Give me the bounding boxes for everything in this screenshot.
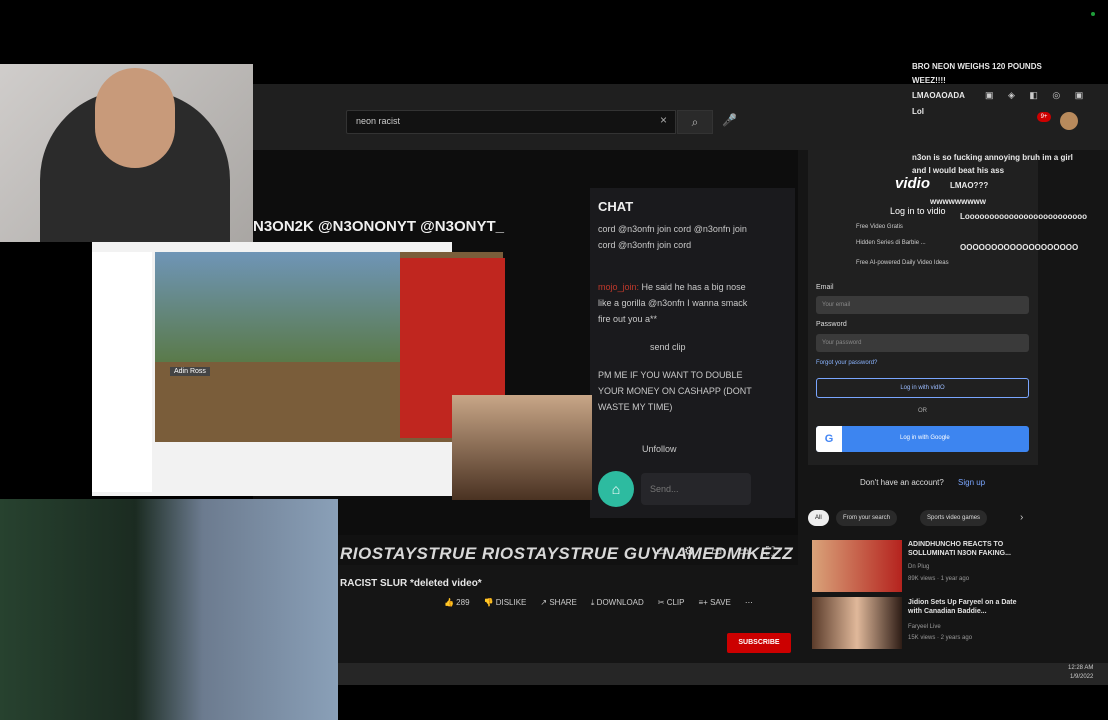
overlay-chat-line: BRO NEON WEIGHS 120 POUNDS xyxy=(912,62,1042,71)
chat-text: cord @n3onfn join cord @n3onfn join cord… xyxy=(598,224,747,250)
chat-text: Unfollow xyxy=(642,444,677,454)
save-button[interactable]: ≡+ SAVE xyxy=(699,598,731,608)
chevron-right-icon[interactable]: › xyxy=(1020,512,1023,523)
chat-text: send clip xyxy=(650,342,686,352)
rec-thumbnail[interactable] xyxy=(812,597,902,649)
chip-sports-games[interactable]: Sports video games xyxy=(920,510,988,526)
taskbar-clock: 12:28 AM 1/9/2022 xyxy=(1068,664,1093,682)
overlay-chat-line: n3on is so fucking annoying bruh im a gi… xyxy=(912,153,1073,162)
clear-search-icon[interactable]: × xyxy=(660,113,667,127)
overlay-chat-line: LMAO??? xyxy=(950,181,989,190)
video-title: RACIST SLUR *deleted video* xyxy=(340,578,482,589)
chat-input-placeholder: Send... xyxy=(650,484,679,494)
dislike-button[interactable]: 👎 DISLIKE xyxy=(484,598,527,608)
signup-link[interactable]: Sign up xyxy=(958,478,985,487)
rec-meta: 89K views · 1 year ago xyxy=(908,576,970,582)
chat-title: CHAT xyxy=(598,199,634,214)
clip-button[interactable]: ✂ CLIP xyxy=(658,598,685,608)
chat-message: PM ME IF YOU WANT TO DOUBLE YOUR MONEY O… xyxy=(598,367,756,415)
social-handles-top: N3ON2K @N3ONONYT @N3ONYT_ xyxy=(253,218,504,235)
password-label: Password xyxy=(816,321,847,328)
toolbar-icons[interactable]: ▣ ◈ ◧ ◎ ▣ xyxy=(985,90,1089,101)
rec-title[interactable]: Jidion Sets Up Faryeel on a Date with Ca… xyxy=(908,598,1028,616)
perk-item: Free Video Gratis xyxy=(856,224,903,230)
search-query-text: neon racist xyxy=(356,116,401,126)
avatar[interactable] xyxy=(1060,112,1078,130)
overlay-chat-line: LMAOAOADA xyxy=(912,91,965,100)
streamer-head xyxy=(95,68,175,168)
room-webcam xyxy=(0,499,338,720)
streamer-label: Adin Ross xyxy=(170,367,210,376)
more-icon[interactable]: ⋯ xyxy=(745,598,753,608)
overlay-chat-line: wwwwwwwww xyxy=(930,197,987,206)
miniplayer-icon[interactable]: ▭ xyxy=(711,544,722,558)
like-button[interactable]: 👍 289 xyxy=(444,598,470,608)
theater-icon[interactable]: ▭ xyxy=(738,544,749,558)
clock-time: 12:28 AM xyxy=(1068,665,1094,671)
no-account-text: Don't have an account? xyxy=(860,478,944,487)
chat-message: cord @n3onfn join cord @n3onfn join cord… xyxy=(598,221,756,253)
email-placeholder: Your email xyxy=(822,302,851,308)
guest-webcam xyxy=(452,395,592,500)
nested-game-view xyxy=(155,252,400,362)
share-button[interactable]: ↗ SHARE xyxy=(540,598,577,608)
subscribe-button[interactable]: SUBSCRIBE xyxy=(727,633,791,653)
overlay-chat-line: OOOOOOOOOOOOOOOOOOO xyxy=(960,243,1079,252)
perk-item: Free AI-powered Daily Video Ideas xyxy=(856,260,949,266)
search-button[interactable]: ⌕ xyxy=(677,110,713,134)
overlay-chat-line: and I would beat his ass xyxy=(912,166,1005,175)
chat-username: mojo_join: xyxy=(598,282,640,292)
google-icon: G xyxy=(816,426,842,452)
chat-message: send clip xyxy=(598,339,756,355)
notification-badge[interactable]: 9+ xyxy=(1037,112,1051,122)
forgot-password-link[interactable]: Forgot your password? xyxy=(816,360,877,366)
overlay-chat-line: WEEZ!!!! xyxy=(912,76,946,85)
perk-item: Hidden Series di Barbie ... xyxy=(856,240,926,246)
rec-channel: Faryeel Live xyxy=(908,624,941,630)
subtitles-icon[interactable]: ▭ xyxy=(656,544,667,558)
rec-meta: 15K views · 2 years ago xyxy=(908,635,973,641)
nested-sidebar xyxy=(92,252,152,492)
video-actions: 👍 289 👎 DISLIKE ↗ SHARE ⤓ DOWNLOAD ✂ CLI… xyxy=(444,598,753,608)
login-title: Log in to vidio xyxy=(890,206,946,216)
login-button[interactable]: Log in with vidIO xyxy=(816,378,1029,398)
fullscreen-icon[interactable]: ⛶ xyxy=(766,544,774,559)
clock-date: 1/9/2022 xyxy=(1070,674,1094,680)
google-login-label: Log in with Google xyxy=(900,435,950,441)
store-icon[interactable]: ⌂ xyxy=(598,471,634,507)
mic-icon[interactable]: 🎤 xyxy=(722,113,737,127)
chat-message: Unfollow xyxy=(598,441,756,457)
rec-thumbnail[interactable] xyxy=(812,540,902,592)
overlay-chat-line: Lol xyxy=(912,107,924,116)
rec-title[interactable]: ADINDHUNCHO REACTS TO SOLLUMINATI N3ON F… xyxy=(908,540,1028,558)
settings-icon[interactable]: ⚙ xyxy=(684,544,695,558)
email-label: Email xyxy=(816,284,834,291)
password-placeholder: Your password xyxy=(822,340,862,346)
overlay-chat-line: Looooooooooooooooooooooooo xyxy=(960,212,1088,221)
chip-all[interactable]: All xyxy=(808,510,829,526)
social-handles-bottom: RIOSTAYSTRUE RIOSTAYSTRUE GUYNAMEDMIKEZZ xyxy=(340,544,794,563)
vidio-logo: vidio xyxy=(895,175,931,192)
status-dot xyxy=(1091,12,1095,16)
taskbar xyxy=(253,663,1108,685)
chip-from-search[interactable]: From your search xyxy=(836,510,898,526)
or-divider: OR xyxy=(918,408,927,414)
download-button[interactable]: ⤓ DOWNLOAD xyxy=(591,598,644,608)
rec-channel: Dn Plug xyxy=(908,564,930,570)
chat-message: mojo_join: He said he has a big nose lik… xyxy=(598,279,756,327)
chat-text: PM ME IF YOU WANT TO DOUBLE YOUR MONEY O… xyxy=(598,370,752,412)
